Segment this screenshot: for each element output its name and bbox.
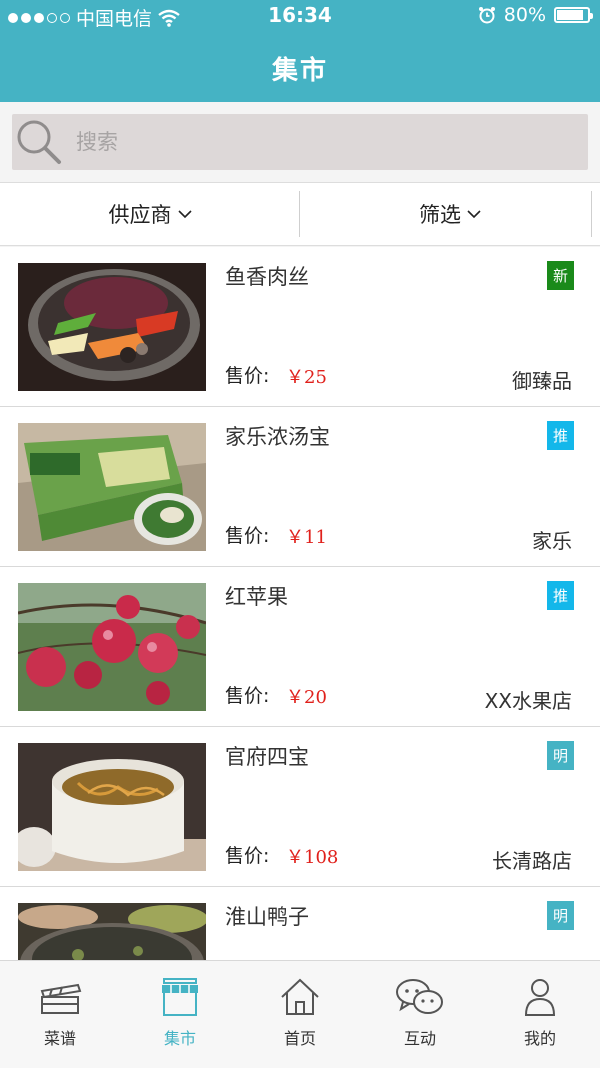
- recipe-box-icon: [40, 983, 82, 1014]
- product-price: ￥108: [286, 847, 339, 868]
- tab-label: 首页: [283, 1029, 316, 1048]
- chevron-down-icon: [467, 210, 481, 219]
- shop-name: XX水果店: [484, 689, 572, 713]
- tab-mine[interactable]: 我的: [480, 961, 600, 1068]
- product-name: 官府四宝: [225, 745, 309, 769]
- product-image-red-apples: [18, 583, 206, 711]
- tab-interact[interactable]: 互动: [360, 961, 480, 1068]
- battery-percent: 80%: [503, 4, 546, 26]
- screen-filter-label: 筛选: [419, 203, 461, 227]
- chevron-down-icon: [177, 210, 192, 219]
- product-item[interactable]: 淮山鸭子 明: [0, 887, 600, 960]
- price-label: 售价:: [225, 685, 270, 707]
- product-image-yam-duck: [18, 903, 206, 960]
- product-image-soup-bowl: [18, 743, 206, 871]
- supplier-filter[interactable]: 供应商: [0, 183, 300, 245]
- tab-recipes[interactable]: 菜谱: [0, 961, 120, 1068]
- product-name: 家乐浓汤宝: [225, 425, 330, 449]
- product-badge: 明: [547, 901, 574, 930]
- screen-filter[interactable]: 筛选: [300, 183, 600, 245]
- tab-label: 菜谱: [43, 1029, 76, 1048]
- chat-bubbles-icon: [396, 979, 443, 1014]
- product-item[interactable]: 家乐浓汤宝 推 售价: ￥11 家乐: [0, 407, 600, 567]
- tab-label: 集市: [163, 1029, 196, 1048]
- product-name: 鱼香肉丝: [225, 265, 309, 289]
- product-list: 鱼香肉丝 新 售价: ￥25 御臻品 家乐浓汤宝 推 售价: ￥11 家乐 红苹…: [0, 247, 600, 960]
- alarm-clock-icon: [478, 7, 495, 24]
- price-label: 售价:: [225, 525, 270, 547]
- tab-market[interactable]: 集市: [120, 961, 240, 1068]
- product-price: ￥20: [286, 687, 327, 708]
- product-price: ￥11: [286, 527, 327, 548]
- price-label: 售价:: [225, 845, 270, 867]
- product-badge: 新: [547, 261, 574, 290]
- shop-name: 长清路店: [492, 849, 572, 873]
- tab-label: 我的: [523, 1029, 556, 1048]
- search-bar: 搜索: [0, 102, 600, 183]
- product-item[interactable]: 红苹果 推 售价: ￥20 XX水果店: [0, 567, 600, 727]
- search-input[interactable]: 搜索: [12, 114, 588, 170]
- product-name: 淮山鸭子: [225, 905, 309, 929]
- battery-icon: [554, 7, 593, 23]
- product-price: ￥25: [286, 367, 327, 388]
- search-icon: [17, 120, 61, 164]
- product-image-soup-cube: [18, 423, 206, 551]
- price-label: 售价:: [225, 365, 270, 387]
- page-title: 集市: [271, 56, 328, 86]
- supplier-filter-label: 供应商: [108, 203, 172, 227]
- filter-bar: 供应商 筛选: [0, 183, 600, 246]
- tab-home[interactable]: 首页: [240, 961, 360, 1068]
- shop-name: 御臻品: [512, 369, 572, 393]
- tab-label: 互动: [403, 1029, 436, 1048]
- product-item[interactable]: 鱼香肉丝 新 售价: ￥25 御臻品: [0, 247, 600, 407]
- product-badge: 推: [547, 421, 574, 450]
- product-item[interactable]: 官府四宝 明 售价: ￥108 长清路店: [0, 727, 600, 887]
- status-right: 80%: [478, 4, 593, 26]
- status-bar: 中国电信 16:34 80%: [0, 0, 600, 34]
- home-icon: [281, 978, 319, 1015]
- market-stall-icon: [162, 978, 198, 1016]
- user-icon: [524, 979, 556, 1016]
- search-placeholder: 搜索: [76, 130, 118, 154]
- shop-name: 家乐: [532, 529, 572, 553]
- product-image-yuxiang-pork: [18, 263, 206, 391]
- tab-bar: 菜谱 集市 首页 互动 我的: [0, 960, 600, 1068]
- product-badge: 明: [547, 741, 574, 770]
- product-name: 红苹果: [225, 585, 288, 609]
- header: 中国电信 16:34 80% 集市: [0, 0, 600, 102]
- filter-divider: [591, 191, 592, 237]
- product-badge: 推: [547, 581, 574, 610]
